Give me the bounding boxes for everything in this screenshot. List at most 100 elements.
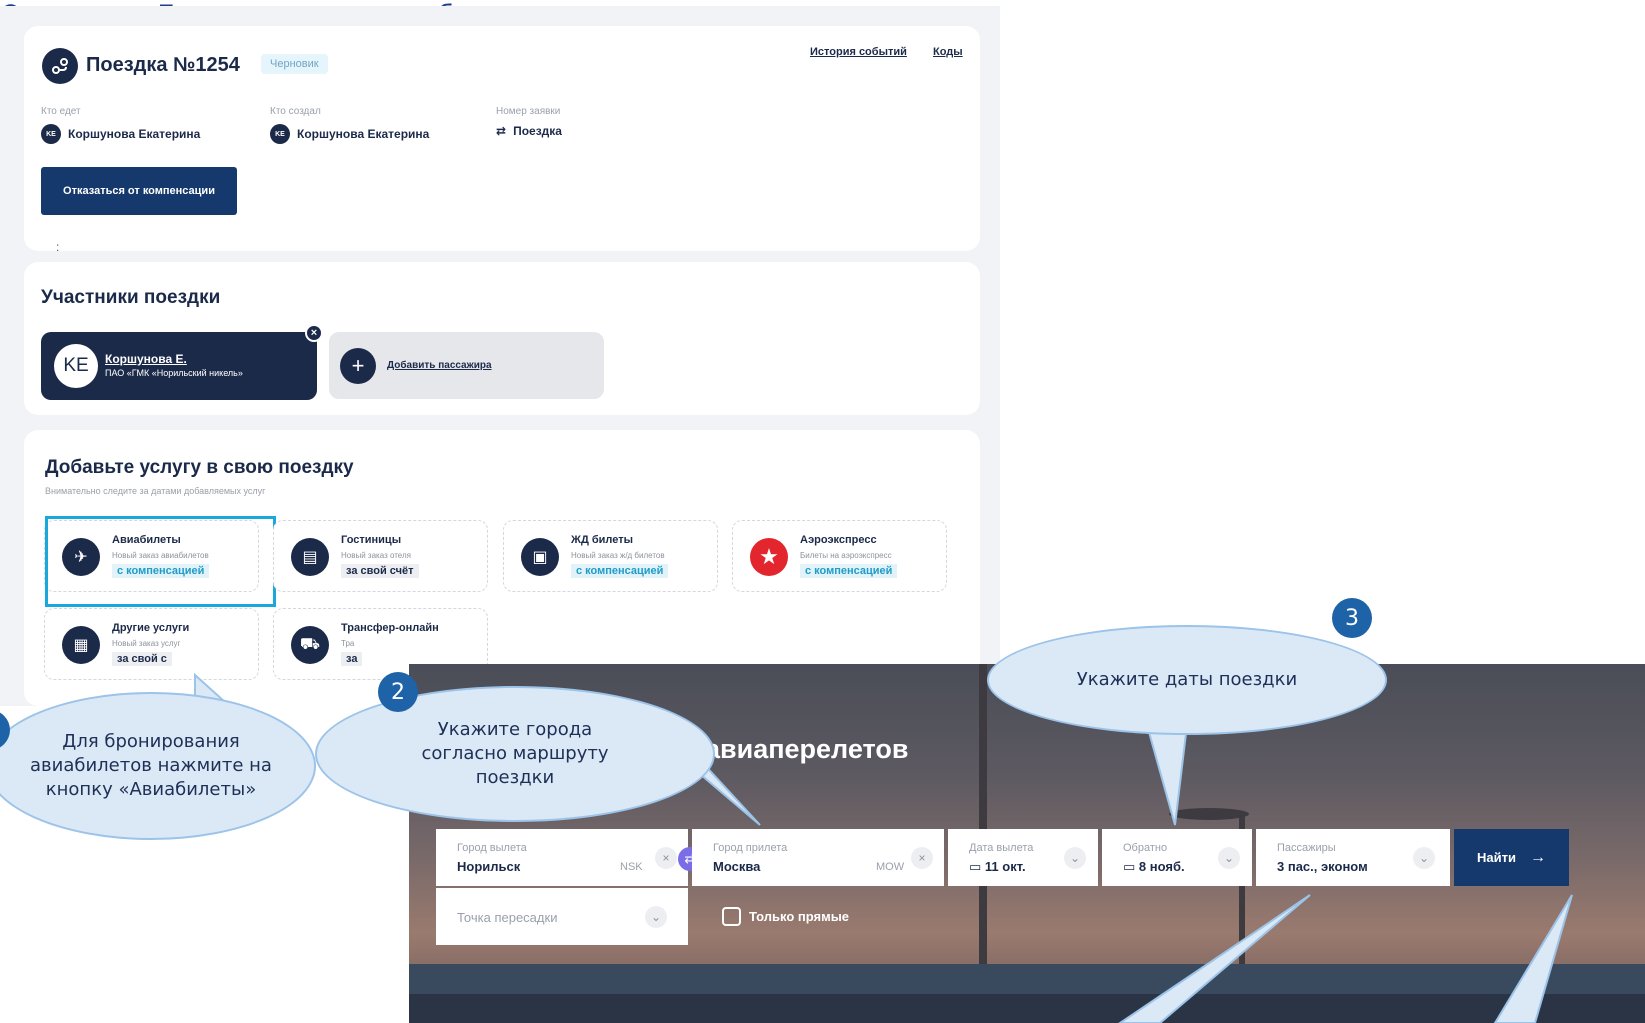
service-tag: за свой счёт bbox=[341, 564, 419, 578]
callout-bubble-1: Для бронирования авиабилетов нажмите на … bbox=[0, 692, 316, 840]
add-passenger-label: Добавить пассажира bbox=[387, 360, 492, 371]
codes-link[interactable]: Коды bbox=[933, 46, 963, 58]
find-button[interactable]: Найти → bbox=[1454, 829, 1569, 886]
transfer-point-field[interactable]: Точка пересадки ⌄ bbox=[436, 888, 688, 945]
plus-icon: + bbox=[340, 348, 376, 384]
add-passenger-button[interactable]: + Добавить пассажира bbox=[329, 332, 604, 399]
services-subtitle: Внимательно следите за датами добавляемы… bbox=[45, 486, 266, 496]
created-by-value: KE Коршунова Екатерина bbox=[270, 124, 429, 144]
service-other[interactable]: ▦ Другие услуги Новый заказ услуг за сво… bbox=[44, 608, 259, 680]
service-train[interactable]: ▣ ЖД билеты Новый заказ ж/д билетов с ко… bbox=[503, 520, 718, 592]
created-by-label: Кто создал bbox=[270, 106, 321, 117]
calendar-icon: ▭ bbox=[1123, 859, 1136, 874]
content-panel: Поездка №1254 Черновик История событий К… bbox=[0, 6, 1000, 706]
service-desc: Новый заказ ж/д билетов bbox=[571, 551, 665, 560]
service-tag: с компенсацией bbox=[800, 564, 898, 578]
return-date-field[interactable]: Обратно ▭ 8 нояб. ⌄ bbox=[1102, 829, 1252, 886]
passenger-org: ПАО «ГМК «Норильский никель» bbox=[105, 368, 243, 378]
calendar-icon: ▭ bbox=[969, 859, 982, 874]
avatar: KE bbox=[54, 344, 98, 388]
service-hotels[interactable]: ▤ Гостиницы Новый заказ отеля за свой сч… bbox=[273, 520, 488, 592]
who-goes-name: Коршунова Екатерина bbox=[68, 127, 201, 141]
history-link[interactable]: История событий bbox=[810, 46, 907, 58]
avatar: KE bbox=[270, 124, 290, 144]
who-goes-label: Кто едет bbox=[41, 106, 81, 117]
service-desc: Новый заказ отеля bbox=[341, 551, 411, 560]
service-title: Гостиницы bbox=[341, 534, 402, 546]
transfer-placeholder: Точка пересадки bbox=[457, 910, 558, 925]
date-text: 8 нояб. bbox=[1138, 859, 1185, 874]
passengers-field[interactable]: Пассажиры 3 пас., эконом ⌄ bbox=[1256, 829, 1450, 886]
departure-date-field[interactable]: Дата вылета ▭ 11 окт. ⌄ bbox=[948, 829, 1098, 886]
arrival-city-field[interactable]: Город прилета Москва MOW × bbox=[692, 829, 944, 886]
find-label: Найти bbox=[1477, 850, 1516, 865]
service-tag: за свой с bbox=[112, 652, 172, 666]
status-badge: Черновик bbox=[261, 54, 328, 74]
field-value: ▭ 11 окт. bbox=[969, 859, 1026, 875]
document-icon: ▦ bbox=[62, 626, 100, 664]
clear-icon[interactable]: × bbox=[655, 847, 677, 869]
participants-title: Участники поездки bbox=[41, 287, 221, 308]
field-value: Москва bbox=[713, 859, 761, 874]
field-value: Норильск bbox=[457, 859, 521, 874]
service-aeroexpress[interactable]: ★ Аэроэкспресс Билеты на аэроэкспресс с … bbox=[732, 520, 947, 592]
service-tag: с компенсацией bbox=[571, 564, 669, 578]
avatar: KE bbox=[41, 124, 61, 144]
direct-only-checkbox[interactable]: Только прямые bbox=[722, 907, 849, 926]
service-title: Другие услуги bbox=[112, 622, 190, 634]
trip-card: Поездка №1254 Черновик История событий К… bbox=[24, 26, 980, 251]
arrow-right-icon: → bbox=[1529, 848, 1546, 866]
callout-text-2: Укажите города согласно маршруту поездки bbox=[421, 718, 609, 789]
chevron-down-icon[interactable]: ⌄ bbox=[1413, 847, 1435, 869]
service-tag: за bbox=[341, 652, 363, 666]
field-label: Город вылета bbox=[457, 842, 527, 854]
remove-passenger-icon[interactable]: × bbox=[305, 324, 323, 342]
request-number-label: Номер заявки bbox=[496, 106, 561, 117]
search-heading: авиаперелетов bbox=[705, 734, 909, 764]
participants-card: Участники поездки KE Коршунова Е. ПАО «Г… bbox=[24, 262, 980, 415]
services-title: Добавьте услугу в свою поездку bbox=[45, 457, 354, 478]
hotel-icon: ▤ bbox=[291, 538, 329, 576]
refuse-compensation-button[interactable]: Отказаться от компенсации bbox=[41, 167, 237, 215]
who-goes-value: KE Коршунова Екатерина bbox=[41, 124, 200, 144]
callout-text-3: Укажите даты поездки bbox=[1076, 668, 1298, 690]
created-by-name: Коршунова Екатерина bbox=[297, 127, 430, 141]
car-icon: ⛟ bbox=[291, 626, 329, 664]
departure-city-field[interactable]: Город вылета Норильск NSK × bbox=[436, 829, 688, 886]
request-number-value[interactable]: ⇄ Поездка bbox=[496, 124, 562, 138]
chevron-down-icon[interactable]: ⌄ bbox=[645, 906, 667, 928]
service-title: Аэроэкспресс bbox=[800, 534, 877, 546]
clear-icon[interactable]: × bbox=[911, 847, 933, 869]
field-value: ▭ 8 нояб. bbox=[1123, 859, 1185, 875]
callout-bubble-2: Укажите города согласно маршруту поездки bbox=[315, 686, 715, 822]
train-icon: ▣ bbox=[521, 538, 559, 576]
flights-highlight-frame bbox=[45, 516, 276, 607]
passenger-name[interactable]: Коршунова Е. bbox=[105, 352, 187, 366]
airport-code: MOW bbox=[876, 861, 905, 873]
passenger-card[interactable]: KE Коршунова Е. ПАО «ГМК «Норильский ник… bbox=[41, 324, 323, 400]
service-desc: Тра bbox=[341, 639, 355, 648]
direct-only-label: Только прямые bbox=[749, 909, 850, 924]
airport-code: NSK bbox=[620, 861, 643, 873]
request-number-text: Поездка bbox=[513, 124, 562, 138]
trip-title: Поездка №1254 bbox=[86, 54, 240, 76]
date-text: 11 окт. bbox=[984, 859, 1026, 874]
service-desc: Билеты на аэроэкспресс bbox=[800, 551, 892, 560]
service-desc: Новый заказ услуг bbox=[112, 639, 181, 648]
service-title: Трансфер-онлайн bbox=[341, 622, 439, 634]
field-label: Дата вылета bbox=[969, 842, 1034, 854]
swap-icon: ⇄ bbox=[496, 124, 507, 138]
callout-bubble-3: Укажите даты поездки bbox=[987, 625, 1387, 735]
colon-text: : bbox=[56, 240, 60, 254]
callout-text-1: Для бронирования авиабилетов нажмите на … bbox=[30, 730, 272, 801]
chevron-down-icon[interactable]: ⌄ bbox=[1218, 847, 1240, 869]
checkbox-box[interactable] bbox=[722, 907, 741, 926]
chevron-down-icon[interactable]: ⌄ bbox=[1064, 847, 1086, 869]
callout-number-2: 2 bbox=[378, 672, 418, 712]
callout-number-3: 3 bbox=[1332, 598, 1372, 638]
service-title: ЖД билеты bbox=[571, 534, 633, 546]
trip-icon bbox=[42, 48, 78, 84]
aeroexpress-star-icon: ★ bbox=[750, 538, 788, 576]
field-label: Обратно bbox=[1123, 842, 1168, 854]
field-value: 3 пас., эконом bbox=[1277, 859, 1368, 874]
